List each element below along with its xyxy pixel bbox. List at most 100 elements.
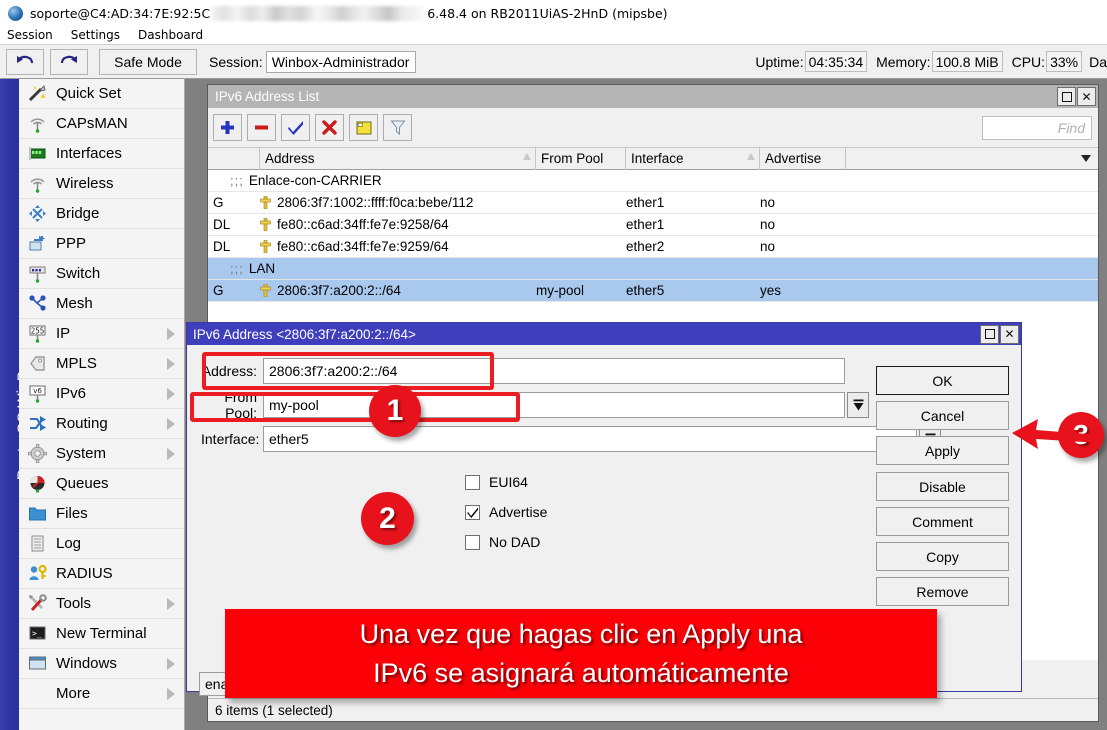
cell-address: 2806:3f7:1002::ffff:f0ca:bebe/112 [260,195,536,210]
gear-icon [28,444,47,463]
header-interface[interactable]: Interface [626,147,760,170]
chevron-down-icon[interactable] [1081,155,1091,162]
sidebar-item-files[interactable]: Files [19,499,184,529]
sidebar-item-windows[interactable]: Windows [19,649,184,679]
sidebar-item-ppp[interactable]: PPP [19,229,184,259]
apply-button[interactable]: Apply [876,436,1009,465]
remove-button[interactable]: Remove [876,577,1009,606]
cell-advertise: no [760,217,846,232]
header-address[interactable]: Address [260,147,536,170]
address-input[interactable]: 2806:3f7:a200:2::/64 [263,358,845,384]
table-row-comment[interactable]: ;;;LAN [208,258,1098,280]
mpls-tag-icon [28,354,47,373]
no-dad-label: No DAD [489,534,540,550]
sidebar-item-log[interactable]: Log [19,529,184,559]
advertise-checkbox[interactable] [465,505,480,520]
memory-label: Memory: [876,54,930,70]
sidebar-item-label: IP [56,325,70,342]
remove-minus-icon[interactable] [247,114,276,141]
undo-icon [15,54,35,70]
sidebar-item-more[interactable]: More [19,679,184,709]
eui64-checkbox[interactable] [465,475,480,490]
maximize-icon[interactable] [980,325,999,344]
filter-funnel-icon[interactable] [383,114,412,141]
redo-button[interactable] [50,49,88,75]
header-advertise-label: Advertise [765,151,821,166]
list-status-text: 6 items (1 selected) [215,703,333,718]
sidebar-item-radius[interactable]: RADIUS [19,559,184,589]
gauge-icon [28,474,47,493]
sidebar-item-new-terminal[interactable]: >_New Terminal [19,619,184,649]
sidebar-item-wireless[interactable]: Wireless [19,169,184,199]
table-row[interactable]: G2806:3f7:a200:2::/64my-poolether5yes [208,280,1098,302]
comment-button[interactable]: Comment [876,507,1009,536]
svg-text:>_: >_ [32,629,42,638]
antenna-icon [27,114,47,134]
bridge-icon [28,204,47,223]
app-title-prefix: soporte@C4:AD:34:7E:92:5C [30,6,210,21]
sidebar-item-tools[interactable]: Tools [19,589,184,619]
sidebar-item-ip[interactable]: 255 IP [19,319,184,349]
interface-input[interactable]: ether5 [263,426,917,452]
sidebar-item-queues[interactable]: Queues [19,469,184,499]
comment-marker-icon: ;;; [230,173,244,188]
copy-button[interactable]: Copy [876,542,1009,571]
table-row[interactable]: DLfe80::c6ad:34ff:fe7e:9259/64ether2no [208,236,1098,258]
sidebar-item-quick-set[interactable]: Quick Set [19,79,184,109]
sidebar-item-mesh[interactable]: Mesh [19,289,184,319]
comment-marker-icon: ;;; [230,261,244,276]
switch-icon [27,264,47,284]
from-pool-dropdown-icon[interactable] [847,392,869,418]
mesh-icon [27,294,47,314]
sidebar-item-system[interactable]: System [19,439,184,469]
sidebar-item-label: CAPsMAN [56,115,128,132]
chevron-right-icon [167,448,175,460]
sidebar-item-mpls[interactable]: MPLS [19,349,184,379]
ip-255-icon: 255 [28,324,47,343]
folder-icon [28,504,47,523]
table-row-comment[interactable]: ;;;Enlace-con-CARRIER [208,170,1098,192]
table-row[interactable]: DLfe80::c6ad:34ff:fe7e:9258/64ether1no [208,214,1098,236]
comment-note-icon[interactable] [349,114,378,141]
header-from-pool[interactable]: From Pool [536,147,626,170]
no-dad-checkbox[interactable] [465,535,480,550]
cell-flags: DL [208,217,260,232]
add-plus-icon[interactable] [213,114,242,141]
maximize-icon[interactable] [1057,87,1076,106]
sidebar-item-routing[interactable]: Routing [19,409,184,439]
sidebar-item-interfaces[interactable]: Interfaces [19,139,184,169]
address-pin-icon [260,196,271,209]
sidebar-item-capsman[interactable]: CAPsMAN [19,109,184,139]
close-icon[interactable]: ✕ [1077,87,1096,106]
sidebar-item-ipv6[interactable]: v6IPv6 [19,379,184,409]
sidebar-item-bridge[interactable]: Bridge [19,199,184,229]
cell-advertise: no [760,239,846,254]
menu-item-settings[interactable]: Settings [62,28,129,42]
header-advertise[interactable]: Advertise [760,147,846,170]
ok-button[interactable]: OK [876,366,1009,395]
undo-button[interactable] [6,49,44,75]
table-row[interactable]: G2806:3f7:1002::ffff:f0ca:bebe/112ether1… [208,192,1098,214]
sidebar-item-label: Files [56,505,88,522]
cell-flags: G [208,283,260,298]
chevron-right-icon [167,658,175,670]
sidebar-item-label: Routing [56,415,108,432]
app-titlebar: soporte@C4:AD:34:7E:92:5C 6.48.4 on RB20… [0,0,1107,26]
close-icon[interactable]: ✕ [1000,325,1019,344]
cancel-button[interactable]: Cancel [876,401,1009,430]
cell-flags: DL [208,239,260,254]
list-window-title: IPv6 Address List [215,89,319,104]
svg-text:255: 255 [30,326,44,335]
find-input[interactable]: Find [982,116,1092,140]
session-value[interactable]: Winbox-Administrador [266,51,417,73]
enable-check-icon[interactable] [281,114,310,141]
disable-x-icon[interactable] [315,114,344,141]
menu-item-dashboard[interactable]: Dashboard [129,28,212,42]
from-pool-input[interactable]: my-pool [263,392,845,418]
menu-item-session[interactable]: Session [0,28,62,42]
disable-button[interactable]: Disable [876,472,1009,501]
sidebar-item-switch[interactable]: Switch [19,259,184,289]
chevron-right-icon [167,598,175,610]
sort-indicator-icon [523,153,531,160]
safe-mode-button[interactable]: Safe Mode [99,49,197,75]
